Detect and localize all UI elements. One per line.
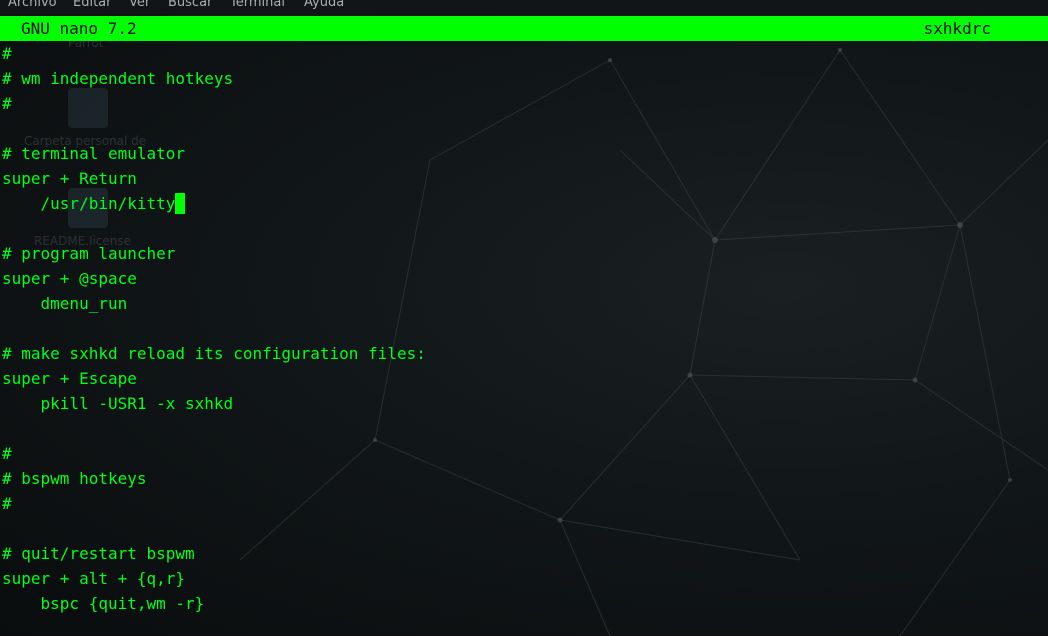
editor-line[interactable] [2,316,1042,341]
text-cursor [175,193,186,214]
menu-terminal[interactable]: Terminal [230,0,285,10]
editor-line[interactable]: # bspwm hotkeys [2,466,1042,491]
editor-line-text: dmenu_run [2,294,128,313]
editor-line[interactable] [2,116,1042,141]
editor-line[interactable]: /usr/bin/kitty [2,191,1042,216]
terminal-window: Parrot Carpeta personal de README.licens… [0,0,1048,636]
editor-line[interactable]: # make sxhkd reload its configuration fi… [2,341,1042,366]
nano-version: GNU nano 7.2 [21,19,137,38]
editor-line-text: # terminal emulator [2,144,186,163]
terminal-menubar: Archivo Editar Ver Buscar Terminal Ayuda [0,0,1048,14]
editor-line[interactable]: # [2,441,1042,466]
file-name: sxhkdrc [923,19,991,38]
editor-line-text: # quit/restart bspwm [2,544,195,563]
editor-line[interactable]: # quit/restart bspwm [2,541,1042,566]
editor-line[interactable]: super + @space [2,266,1042,291]
editor-line[interactable]: super + alt + {q,r} [2,566,1042,591]
editor-line-text: pkill -USR1 -x sxhkd [2,394,234,413]
editor-line[interactable]: # [2,41,1042,66]
editor-line-text: # [2,94,12,113]
editor-line[interactable]: dmenu_run [2,291,1042,316]
editor-line-text: super + Escape [2,369,137,388]
editor-line-text: super + Return [2,169,137,188]
menu-ver[interactable]: Ver [129,0,150,10]
editor-line-text: bspc {quit,wm -r} [2,594,205,613]
menu-ayuda[interactable]: Ayuda [304,0,344,10]
editor-line[interactable]: # terminal emulator [2,141,1042,166]
editor-line[interactable]: # wm independent hotkeys [2,66,1042,91]
editor-line[interactable] [2,216,1042,241]
editor-line[interactable]: # [2,91,1042,116]
editor-line[interactable]: # program launcher [2,241,1042,266]
editor-line[interactable]: super + Return [2,166,1042,191]
editor-line[interactable]: bspc {quit,wm -r} [2,591,1042,616]
editor-line[interactable]: # [2,491,1042,516]
editor-line-text: super + @space [2,269,137,288]
editor-line[interactable]: pkill -USR1 -x sxhkd [2,391,1042,416]
menu-editar[interactable]: Editar [73,0,112,10]
editor-text-area[interactable]: # # wm independent hotkeys # # terminal emu… [2,41,1042,616]
editor-line[interactable] [2,416,1042,441]
editor-line[interactable]: super + Escape [2,366,1042,391]
editor-line[interactable] [2,516,1042,541]
menu-buscar[interactable]: Buscar [168,0,212,10]
editor-line-text: # [2,494,12,513]
editor-line-text: # make sxhkd reload its configuration fi… [2,344,426,363]
editor-line-text: super + alt + {q,r} [2,569,186,588]
editor-line-text: # [2,444,12,463]
editor-line-text: # bspwm hotkeys [2,469,147,488]
editor-line-text: # program launcher [2,244,176,263]
nano-title-bar: GNU nano 7.2 sxhkdrc [0,16,1048,41]
editor-line-text: # wm independent hotkeys [2,69,234,88]
editor-line-text: # [2,44,12,63]
menu-archivo[interactable]: Archivo [8,0,57,10]
editor-line-text: /usr/bin/kitty [2,194,176,213]
